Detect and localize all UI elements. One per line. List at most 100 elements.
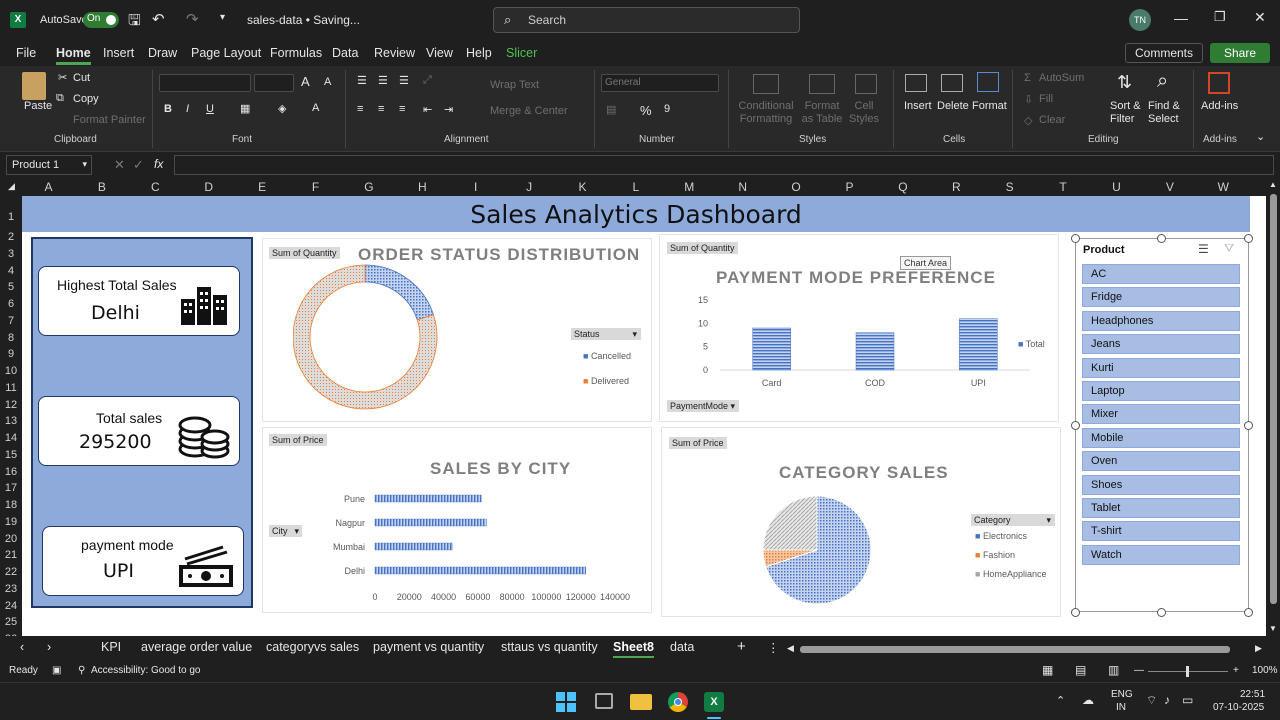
hscroll-right-icon[interactable]: ▶ bbox=[1255, 643, 1262, 654]
pie-slice-homeappliance[interactable] bbox=[762, 495, 818, 551]
insert-cells-button[interactable]: Insert bbox=[904, 100, 932, 112]
bar-nagpur[interactable] bbox=[374, 518, 487, 527]
conditional-formatting-icon[interactable] bbox=[753, 74, 779, 94]
menu-page-layout[interactable]: Page Layout bbox=[191, 46, 261, 60]
tab-sttaus-vs-quantity[interactable]: sttaus vs quantity bbox=[501, 640, 598, 654]
font-name-combo[interactable] bbox=[159, 74, 251, 92]
scroll-up-icon[interactable]: ▲ bbox=[1269, 180, 1277, 189]
close-icon[interactable]: ✕ bbox=[1254, 9, 1266, 26]
font-size-combo[interactable] bbox=[254, 74, 294, 92]
column-header[interactable]: N bbox=[716, 180, 769, 194]
column-header[interactable]: M bbox=[663, 180, 716, 194]
add-sheet-icon[interactable]: + bbox=[737, 638, 746, 655]
comments-button[interactable]: Comments bbox=[1125, 43, 1203, 63]
row-header[interactable]: 16 bbox=[0, 466, 22, 478]
normal-view-icon[interactable]: ▦ bbox=[1042, 663, 1053, 677]
row-header[interactable]: 17 bbox=[0, 482, 22, 494]
chart-order-status[interactable]: Sum of Quantity ORDER STATUS DISTRIBUTIO… bbox=[262, 238, 652, 422]
zoom-level[interactable]: 100% bbox=[1252, 665, 1278, 676]
slicer-item[interactable]: Oven bbox=[1082, 451, 1240, 472]
bar-card[interactable] bbox=[752, 327, 791, 371]
more-options-icon[interactable]: ⋮ bbox=[767, 640, 780, 655]
field-button-sum-quantity[interactable]: Sum of Quantity bbox=[269, 247, 340, 259]
excel-taskbar-icon[interactable]: X bbox=[704, 692, 724, 712]
clear-button[interactable]: Clear bbox=[1039, 114, 1065, 126]
row-header[interactable]: 19 bbox=[0, 516, 22, 528]
resize-handle[interactable] bbox=[1244, 234, 1253, 243]
bar-cod[interactable] bbox=[855, 332, 895, 371]
slicer-item[interactable]: Watch bbox=[1082, 544, 1240, 565]
bold-button[interactable]: B bbox=[164, 103, 172, 115]
confirm-entry-icon[interactable]: ✓ bbox=[133, 157, 144, 173]
row-header[interactable]: 4 bbox=[0, 265, 22, 277]
tab-payment-vs-quantity[interactable]: payment vs quantity bbox=[373, 640, 484, 654]
slicer-item[interactable]: T-shirt bbox=[1082, 521, 1240, 542]
product-slicer[interactable]: Product ☰ ⛛ AC Fridge Headphones Jeans Kurti… bbox=[1075, 238, 1249, 612]
copy-button[interactable]: Copy bbox=[73, 93, 99, 105]
column-header[interactable]: T bbox=[1037, 180, 1090, 194]
copy-icon[interactable]: ⧉ bbox=[56, 92, 64, 105]
maximize-icon[interactable]: ❐ bbox=[1214, 9, 1226, 25]
user-avatar[interactable]: TN bbox=[1129, 9, 1151, 31]
file-title[interactable]: sales-data • Saving... bbox=[247, 13, 360, 27]
column-header[interactable]: U bbox=[1090, 180, 1143, 194]
align-top-icon[interactable]: ☰ bbox=[357, 74, 367, 87]
row-header[interactable]: 22 bbox=[0, 566, 22, 578]
merge-center-button[interactable]: Merge & Center bbox=[490, 105, 568, 117]
multi-select-icon[interactable]: ☰ bbox=[1198, 242, 1209, 256]
row-header[interactable]: 24 bbox=[0, 600, 22, 612]
select-all-icon[interactable]: ◢ bbox=[8, 181, 15, 192]
menu-help[interactable]: Help bbox=[466, 46, 492, 60]
column-header[interactable]: D bbox=[182, 180, 235, 194]
row-header[interactable]: 6 bbox=[0, 298, 22, 310]
paste-icon[interactable] bbox=[22, 72, 46, 100]
decrease-indent-icon[interactable]: ⇤ bbox=[423, 103, 432, 116]
fill-color-icon[interactable]: ◈ bbox=[278, 102, 286, 115]
autosum-button[interactable]: AutoSum bbox=[1039, 72, 1084, 84]
column-header[interactable]: A bbox=[22, 180, 75, 194]
number-format-combo[interactable]: General bbox=[601, 74, 719, 92]
format-cells-button[interactable]: Format bbox=[972, 100, 1007, 112]
row-header[interactable]: 13 bbox=[0, 415, 22, 427]
row-header[interactable]: 25 bbox=[0, 616, 22, 628]
increase-indent-icon[interactable]: ⇥ bbox=[444, 103, 453, 116]
column-header[interactable]: K bbox=[556, 180, 609, 194]
comma-icon[interactable]: 9 bbox=[664, 103, 670, 115]
addins-icon[interactable] bbox=[1208, 72, 1230, 94]
redo-icon[interactable]: ↷ bbox=[186, 10, 199, 28]
slicer-item[interactable]: Shoes bbox=[1082, 474, 1240, 495]
collapse-ribbon-icon[interactable]: ⌄ bbox=[1256, 130, 1265, 143]
row-header[interactable]: 8 bbox=[0, 332, 22, 344]
column-header[interactable]: S bbox=[983, 180, 1036, 194]
row-header[interactable]: 21 bbox=[0, 549, 22, 561]
minimize-icon[interactable]: — bbox=[1174, 10, 1188, 26]
menu-review[interactable]: Review bbox=[374, 46, 415, 60]
conditional-formatting-button[interactable]: Conditional Formatting bbox=[737, 100, 795, 126]
bar-mumbai[interactable] bbox=[374, 542, 453, 551]
page-layout-view-icon[interactable]: ▤ bbox=[1075, 663, 1086, 677]
format-table-button[interactable]: Format as Table bbox=[798, 100, 846, 126]
slicer-item[interactable]: Mobile bbox=[1082, 427, 1240, 448]
menu-home[interactable]: Home bbox=[56, 46, 91, 65]
slicer-item[interactable]: Laptop bbox=[1082, 381, 1240, 401]
row-header[interactable]: 12 bbox=[0, 399, 22, 411]
zoom-in-icon[interactable]: + bbox=[1233, 665, 1239, 676]
underline-button[interactable]: U bbox=[206, 103, 214, 115]
sort-filter-button[interactable]: Sort & Filter bbox=[1110, 100, 1150, 126]
column-header[interactable]: C bbox=[129, 180, 182, 194]
scroll-thumb[interactable] bbox=[1270, 194, 1277, 604]
row-header[interactable]: 20 bbox=[0, 533, 22, 545]
volume-icon[interactable]: ♪ bbox=[1164, 693, 1170, 707]
tab-categoryvs-sales[interactable]: categoryvs sales bbox=[266, 640, 359, 654]
search-box[interactable]: ⌕ Search bbox=[493, 7, 800, 33]
chart-payment-mode[interactable]: Sum of Quantity Chart Area PAYMENT MODE … bbox=[659, 234, 1059, 422]
slicer-item[interactable]: Tablet bbox=[1082, 498, 1240, 518]
currency-icon[interactable]: ▤ bbox=[606, 103, 616, 116]
slicer-item[interactable]: Mixer bbox=[1082, 404, 1240, 425]
windows-start-icon[interactable] bbox=[556, 692, 576, 712]
format-painter-button[interactable]: Format Painter bbox=[73, 114, 146, 126]
zoom-slider-thumb[interactable] bbox=[1186, 666, 1189, 677]
slicer-item[interactable]: Kurti bbox=[1082, 357, 1240, 378]
tab-data[interactable]: data bbox=[670, 640, 694, 654]
onedrive-icon[interactable]: ☁ bbox=[1082, 693, 1094, 707]
